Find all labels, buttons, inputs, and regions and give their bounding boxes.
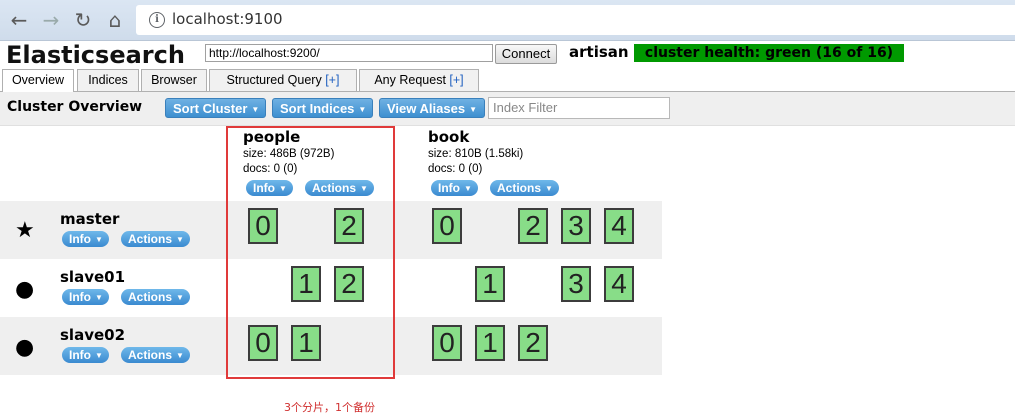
sort-indices-button[interactable]: Sort Indices ▼ [272,98,373,118]
button-label: Actions [128,348,173,362]
highlight-box [226,126,395,379]
tab-browser[interactable]: Browser [141,69,207,91]
tab-label: Indices [88,73,128,87]
caret-down-icon: ▼ [358,105,367,114]
address-bar[interactable]: i localhost:9100 [136,5,1015,35]
cluster-url-input[interactable]: http://localhost:9200/ [205,44,493,62]
node-actions-button[interactable]: Actions ▼ [121,289,190,305]
shard-primary[interactable]: 4 [604,208,634,244]
button-label: View Aliases [387,101,466,116]
button-label: Info [69,232,91,246]
tab-bar: Overview Indices Browser Structured Quer… [0,69,1015,92]
arrow-right-icon[interactable]: → [39,8,63,32]
caret-down-icon: ▼ [95,351,103,360]
app-title: Elasticsearch [6,41,185,69]
node-info-button[interactable]: Info ▼ [62,347,109,363]
cluster-name: artisan [569,43,629,61]
shard-replica[interactable]: 2 [518,325,548,361]
shard-replica[interactable]: 0 [432,325,462,361]
circle-icon: ● [15,335,35,360]
caret-down-icon: ▼ [464,184,472,193]
tab-plus: [+] [325,73,340,87]
tab-any-request[interactable]: Any Request [+] [359,69,479,91]
index-actions-button[interactable]: Actions ▼ [490,180,559,196]
button-label: Actions [128,232,173,246]
star-icon: ★ [15,218,35,243]
connect-button[interactable]: Connect [495,44,557,64]
button-label: Actions [497,181,542,195]
tab-plus: [+] [449,73,464,87]
tab-overview[interactable]: Overview [2,69,74,92]
tab-label: Structured Query [226,73,322,87]
index-docs: docs: 0 (0) [428,163,483,175]
shard-primary[interactable]: 0 [432,208,462,244]
shard-primary[interactable]: 3 [561,208,591,244]
node-info-button[interactable]: Info ▼ [62,231,109,247]
caret-down-icon: ▼ [95,293,103,302]
button-label: Actions [128,290,173,304]
button-label: Sort Indices [280,101,355,116]
caret-down-icon: ▼ [95,235,103,244]
button-label: Sort Cluster [173,101,248,116]
sort-cluster-button[interactable]: Sort Cluster ▼ [165,98,266,118]
tab-indices[interactable]: Indices [77,69,139,91]
caret-down-icon: ▼ [176,293,184,302]
tab-structured-query[interactable]: Structured Query [+] [209,69,357,91]
caret-down-icon: ▼ [545,184,553,193]
home-icon[interactable]: ⌂ [103,8,127,32]
reload-icon[interactable]: ↻ [71,8,95,32]
shard-replica[interactable]: 3 [561,266,591,302]
button-label: Info [69,290,91,304]
cluster-health-badge: cluster health: green (16 of 16) [634,44,904,62]
tab-label: Any Request [374,73,446,87]
node-name: slave01 [60,268,126,286]
tab-label: Overview [11,73,65,87]
node-actions-button[interactable]: Actions ▼ [121,231,190,247]
shard-primary[interactable]: 2 [518,208,548,244]
arrow-left-icon[interactable]: ← [7,8,31,32]
node-info-button[interactable]: Info ▼ [62,289,109,305]
caret-down-icon: ▼ [251,105,260,114]
shard-replica[interactable]: 1 [475,266,505,302]
node-name: master [60,210,120,228]
caret-down-icon: ▼ [176,351,184,360]
view-aliases-button[interactable]: View Aliases ▼ [379,98,485,118]
tab-label: Browser [151,73,197,87]
node-name: slave02 [60,326,126,344]
circle-icon: ● [15,277,35,302]
shard-replica[interactable]: 1 [475,325,505,361]
caret-down-icon: ▼ [469,105,477,114]
shard-replica[interactable]: 4 [604,266,634,302]
index-filter-input[interactable]: Index Filter [488,97,670,119]
node-actions-button[interactable]: Actions ▼ [121,347,190,363]
info-icon[interactable]: i [149,12,165,28]
button-label: Info [69,348,91,362]
index-size: size: 810B (1.58ki) [428,148,524,160]
button-label: Info [438,181,460,195]
index-info-button[interactable]: Info ▼ [431,180,478,196]
index-name-book: book [428,128,470,146]
annotation-text: 3个分片，1个备份 [284,401,375,414]
address-url: localhost:9100 [172,10,283,28]
overview-toolbar: Cluster Overview Sort Cluster ▼ Sort Indi… [0,92,1015,126]
caret-down-icon: ▼ [176,235,184,244]
section-title: Cluster Overview [7,99,143,115]
browser-toolbar: ← → ↻ ⌂ i localhost:9100 [0,0,1015,41]
